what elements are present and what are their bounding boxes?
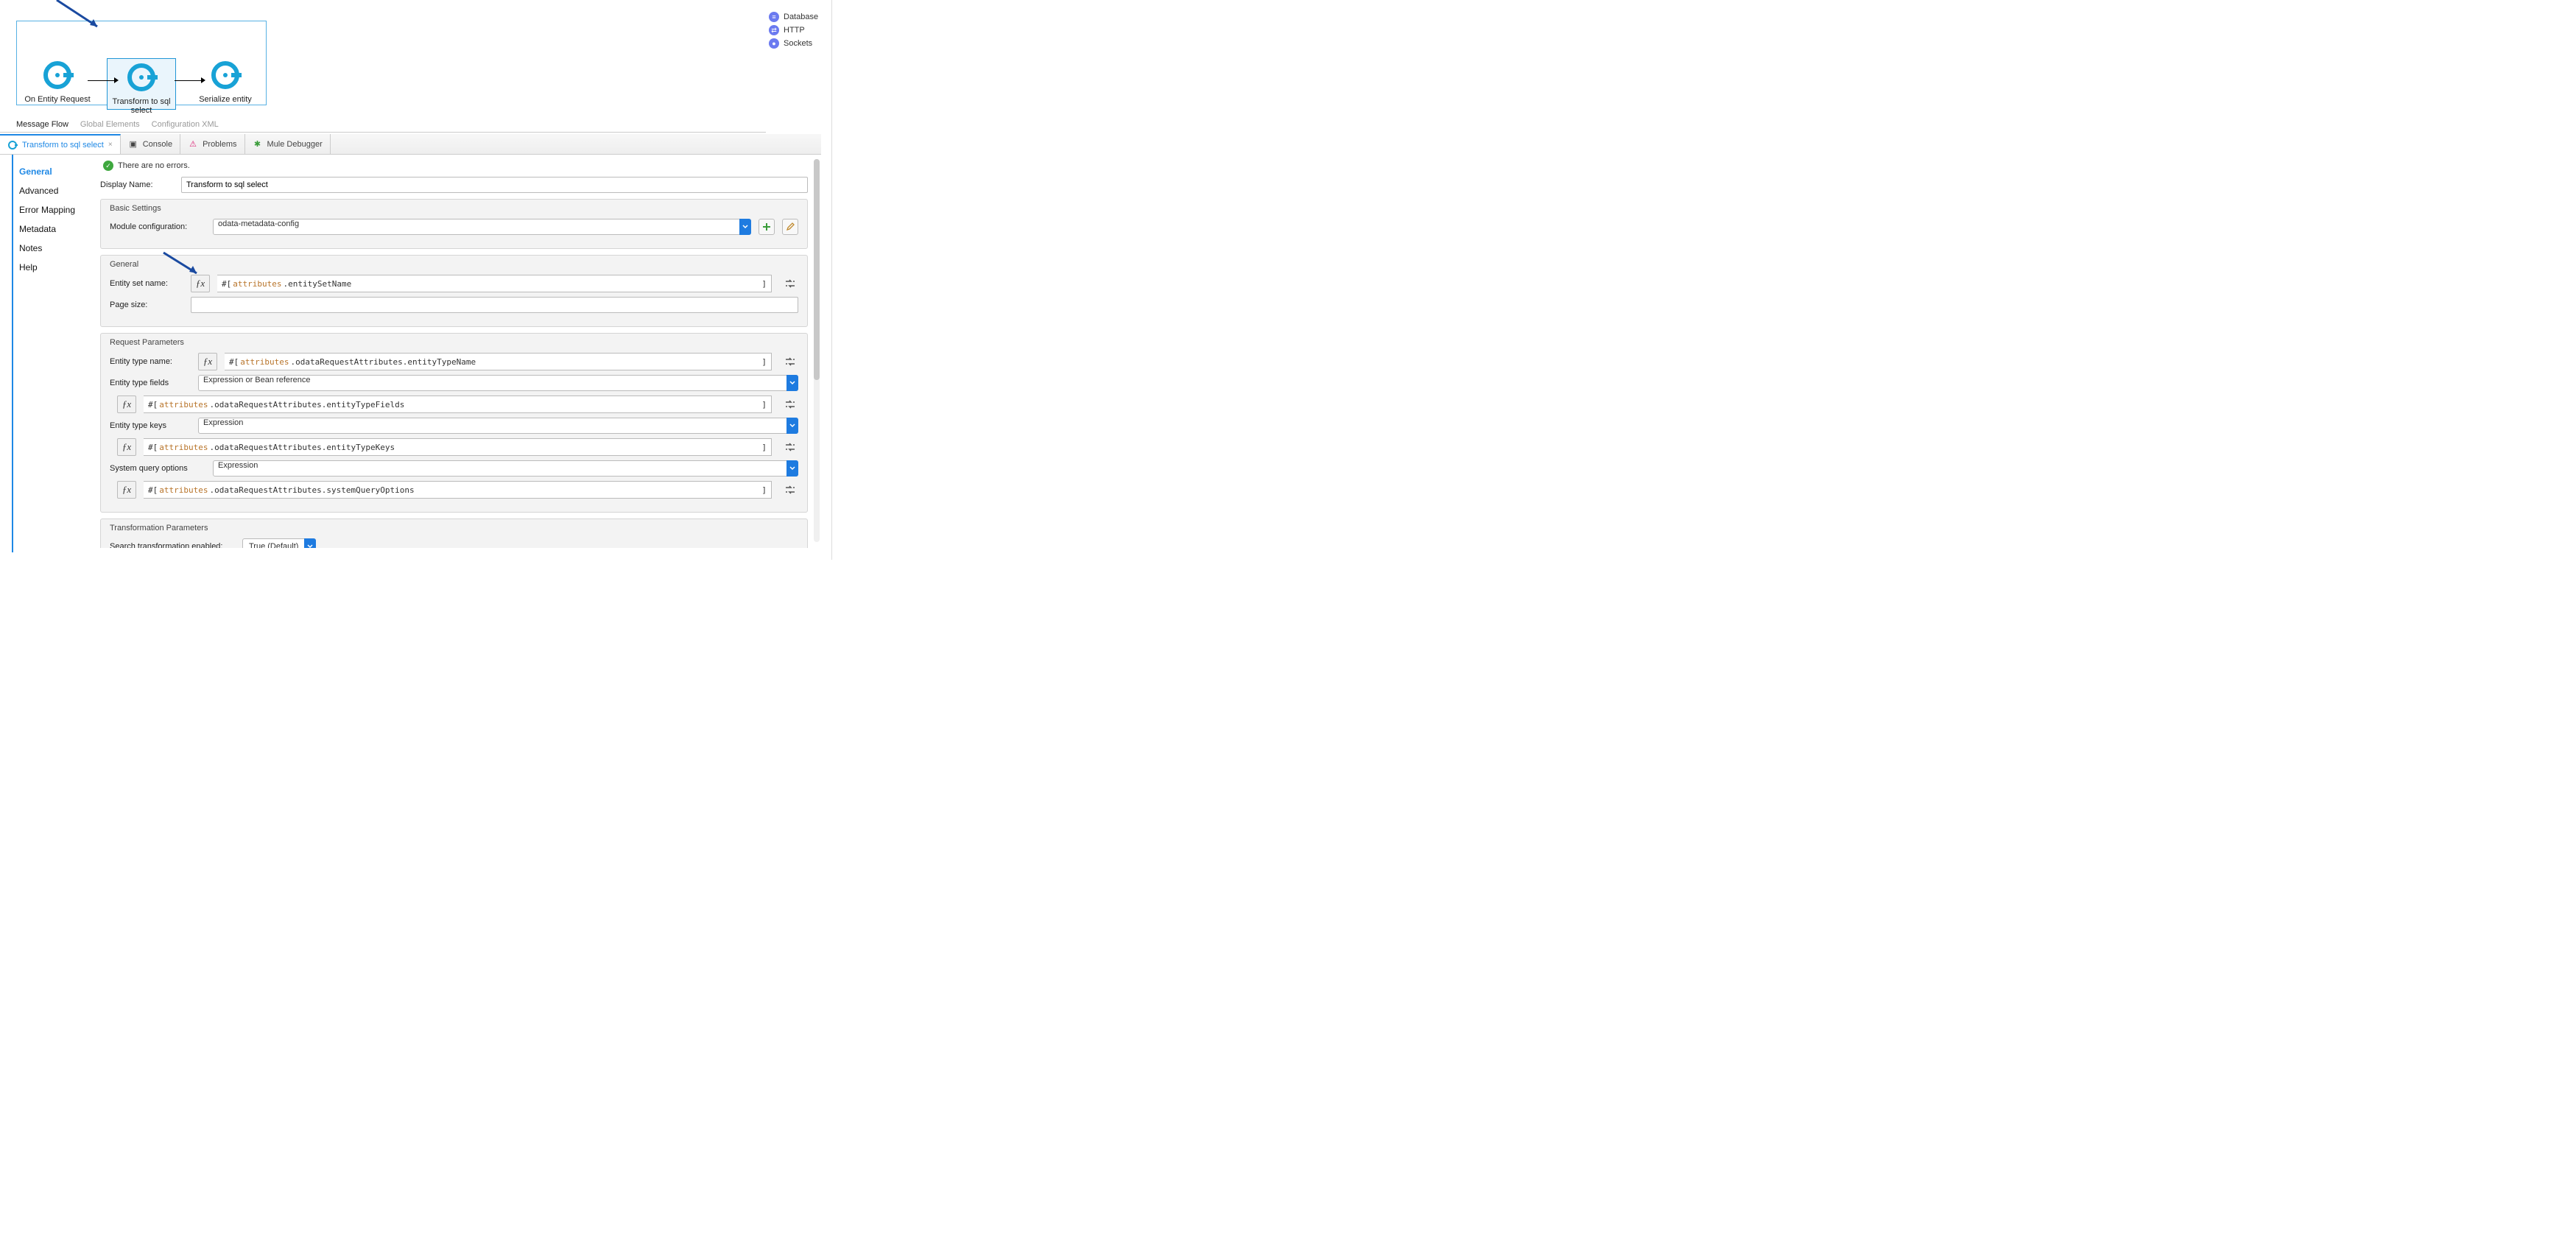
close-icon[interactable]: ×: [108, 141, 113, 149]
entity-type-fields-label: Entity type fields: [110, 379, 191, 387]
module-config-select[interactable]: odata-metadata-config: [213, 219, 751, 235]
bottom-tabstrip: Transform to sql select × ▣Console ⚠Prob…: [0, 134, 821, 155]
display-name-input[interactable]: [181, 177, 808, 193]
side-advanced[interactable]: Advanced: [13, 181, 100, 200]
entity-type-fields-select[interactable]: Expression or Bean reference: [198, 375, 798, 391]
tab-configuration-xml[interactable]: Configuration XML: [152, 120, 219, 129]
palette-item-sockets[interactable]: ●Sockets: [769, 38, 835, 49]
map-icon[interactable]: [782, 396, 798, 412]
side-metadata[interactable]: Metadata: [13, 219, 100, 239]
http-icon: ⇄: [769, 25, 779, 35]
status-row: ✓ There are no errors.: [103, 161, 808, 171]
group-general: General Entity set name: ƒx #[ attribute…: [100, 255, 808, 327]
chevron-down-icon: [786, 460, 798, 477]
node-transform-to-sql[interactable]: Transform to sql select: [101, 58, 182, 110]
tab-console[interactable]: ▣Console: [121, 134, 180, 154]
node-on-entity-request[interactable]: On Entity Request: [17, 58, 98, 104]
arrow-head-icon: [114, 77, 119, 83]
node-icon: [124, 60, 158, 94]
side-notes[interactable]: Notes: [13, 239, 100, 258]
map-icon[interactable]: [782, 439, 798, 455]
flow-arrow: [175, 80, 201, 81]
page-size-label: Page size:: [110, 300, 183, 309]
property-sidebar: General Advanced Error Mapping Metadata …: [12, 155, 100, 552]
flow-container: On Entity Request Transform to sql selec…: [16, 21, 267, 105]
map-icon[interactable]: [782, 482, 798, 498]
node-serialize-entity[interactable]: Serialize entity: [185, 58, 266, 104]
flow-arrow: [88, 80, 114, 81]
node-icon: [208, 58, 242, 92]
entity-type-name-input[interactable]: #[ attributes.odataRequestAttributes.ent…: [225, 353, 772, 370]
entity-type-keys-label: Entity type keys: [110, 421, 191, 430]
page-size-input[interactable]: [191, 297, 798, 313]
scrollbar[interactable]: [814, 159, 820, 542]
group-transformation-parameters: Transformation Parameters Search transfo…: [100, 518, 808, 548]
tab-message-flow[interactable]: Message Flow: [16, 120, 68, 129]
system-query-options-label: System query options: [110, 464, 205, 473]
transform-icon: [7, 140, 18, 150]
entity-type-keys-input[interactable]: #[ attributes.odataRequestAttributes.ent…: [144, 438, 772, 456]
tab-problems[interactable]: ⚠Problems: [180, 134, 244, 154]
fx-button[interactable]: ƒx: [191, 275, 210, 292]
fx-button[interactable]: ƒx: [117, 438, 136, 456]
search-enabled-select[interactable]: True (Default): [242, 538, 316, 548]
entity-type-name-label: Entity type name:: [110, 357, 191, 366]
node-icon: [41, 58, 74, 92]
palette: ≡Database ⇄HTTP ●Sockets: [769, 9, 835, 52]
chevron-down-icon: [304, 538, 316, 548]
side-general[interactable]: General: [13, 162, 100, 181]
chevron-down-icon: [786, 418, 798, 434]
tab-transform-properties[interactable]: Transform to sql select ×: [0, 134, 121, 154]
group-request-parameters: Request Parameters Entity type name: ƒx …: [100, 333, 808, 513]
fx-button[interactable]: ƒx: [117, 396, 136, 413]
fx-button[interactable]: ƒx: [117, 481, 136, 499]
palette-item-database[interactable]: ≡Database: [769, 12, 835, 22]
chevron-down-icon: [786, 375, 798, 391]
map-icon[interactable]: [782, 275, 798, 292]
chevron-down-icon: [739, 219, 751, 235]
module-config-label: Module configuration:: [110, 222, 205, 231]
sockets-icon: ●: [769, 38, 779, 49]
entity-type-keys-select[interactable]: Expression: [198, 418, 798, 434]
side-error-mapping[interactable]: Error Mapping: [13, 200, 100, 219]
system-query-options-input[interactable]: #[ attributes.odataRequestAttributes.sys…: [144, 481, 772, 499]
entity-type-fields-input[interactable]: #[ attributes.odataRequestAttributes.ent…: [144, 396, 772, 413]
entity-set-name-label: Entity set name:: [110, 279, 183, 288]
edit-config-button[interactable]: [782, 219, 798, 235]
flow-canvas[interactable]: ▼ GET\Customers\ENTITY On Entity Request…: [0, 0, 766, 133]
arrow-head-icon: [201, 77, 205, 83]
display-name-label: Display Name:: [100, 180, 174, 189]
debugger-icon: ✱: [253, 139, 263, 150]
problems-icon: ⚠: [188, 139, 198, 150]
palette-item-http[interactable]: ⇄HTTP: [769, 25, 835, 35]
system-query-options-select[interactable]: Expression: [213, 460, 798, 477]
search-enabled-label: Search transformation enabled:: [110, 542, 235, 548]
map-icon[interactable]: [782, 354, 798, 370]
check-icon: ✓: [103, 161, 113, 171]
entity-set-name-input[interactable]: #[ attributes.entitySetName]: [217, 275, 772, 292]
add-config-button[interactable]: [759, 219, 775, 235]
group-basic-settings: Basic Settings Module configuration: oda…: [100, 199, 808, 249]
tab-global-elements[interactable]: Global Elements: [80, 120, 140, 129]
properties-panel: ✓ There are no errors. Display Name: Bas…: [100, 155, 821, 552]
console-icon: ▣: [128, 139, 138, 150]
tab-mule-debugger[interactable]: ✱Mule Debugger: [245, 134, 331, 154]
database-icon: ≡: [769, 12, 779, 22]
scrollbar-thumb[interactable]: [814, 159, 820, 380]
side-help[interactable]: Help: [13, 258, 100, 277]
fx-button[interactable]: ƒx: [198, 353, 217, 370]
canvas-tabs: Message Flow Global Elements Configurati…: [16, 120, 219, 129]
